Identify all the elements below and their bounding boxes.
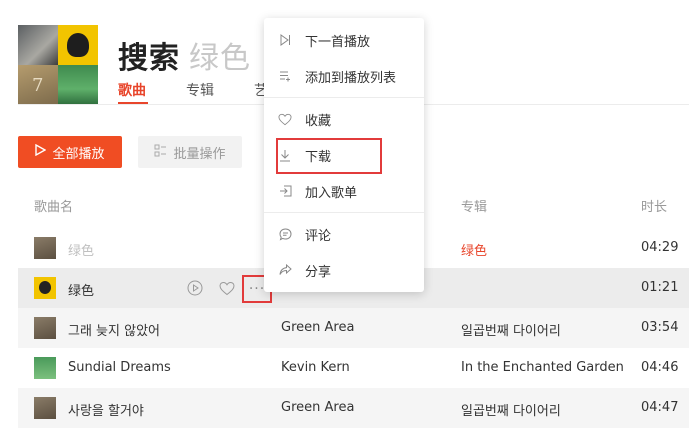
search-query: 绿色: [189, 41, 251, 76]
play-icon[interactable]: [187, 280, 203, 296]
song-duration: 04:46: [641, 360, 679, 375]
column-header-duration: 时长: [641, 200, 668, 215]
menu-item-label: 分享: [305, 264, 332, 280]
column-header-album: 专辑: [461, 200, 488, 215]
song-artist[interactable]: Green Area: [281, 400, 354, 415]
menu-item-label: 评论: [305, 228, 332, 244]
song-title[interactable]: 绿色: [68, 240, 94, 259]
table-row[interactable]: Sundial Dreams Kevin Kern In the Enchant…: [18, 348, 689, 388]
song-album[interactable]: 일곱번째 다이어리: [461, 400, 561, 419]
song-thumbnail: [34, 237, 56, 259]
song-title[interactable]: Sundial Dreams: [68, 360, 171, 375]
next-play-icon: [278, 33, 292, 47]
download-highlight-box: [276, 138, 382, 174]
song-thumbnail: [34, 357, 56, 379]
song-title[interactable]: 사랑을 할거야: [68, 400, 144, 419]
menu-divider: [264, 97, 424, 98]
heart-icon: [278, 112, 292, 126]
song-title[interactable]: 그래 늦지 않았어: [68, 320, 160, 339]
song-album[interactable]: 绿色: [461, 240, 487, 259]
song-artist[interactable]: Kevin Kern: [281, 360, 350, 375]
menu-item-add-to-playlist[interactable]: 添加到播放列表: [264, 60, 424, 92]
page-title: 搜索: [118, 41, 180, 76]
song-thumbnail: [34, 277, 56, 299]
cover-tile: [18, 25, 58, 65]
add-to-playlist-icon: [278, 69, 292, 83]
song-artist[interactable]: Green Area: [281, 320, 354, 335]
song-duration: 03:54: [641, 320, 679, 335]
menu-item-add-to-songlist[interactable]: 加入歌单: [264, 175, 424, 207]
menu-item-next-play[interactable]: 下一首播放: [264, 24, 424, 56]
cover-tile: [58, 25, 98, 65]
comment-icon: [278, 227, 292, 241]
play-icon: [35, 143, 47, 160]
menu-item-label: 添加到播放列表: [305, 70, 397, 86]
menu-item-label: 加入歌单: [305, 185, 358, 201]
cover-tile: [18, 65, 58, 105]
menu-item-favorite[interactable]: 收藏: [264, 103, 424, 135]
menu-item-comment[interactable]: 评论: [264, 218, 424, 250]
table-row[interactable]: 그래 늦지 않았어 Green Area 일곱번째 다이어리 03:54: [18, 308, 689, 348]
menu-item-label: 收藏: [305, 113, 332, 129]
song-thumbnail: [34, 397, 56, 419]
menu-divider: [264, 212, 424, 213]
play-all-label: 全部播放: [52, 146, 105, 162]
cover-tile: [58, 65, 98, 105]
column-header-song: 歌曲名: [34, 200, 74, 215]
tab-albums[interactable]: 专辑: [186, 80, 214, 100]
menu-item-label: 下一首播放: [305, 34, 371, 50]
table-row[interactable]: 사랑을 할거야 Green Area 일곱번째 다이어리 04:47: [18, 388, 689, 428]
song-thumbnail: [34, 317, 56, 339]
batch-label: 批量操作: [173, 146, 226, 162]
song-album[interactable]: In the Enchanted Garden: [461, 360, 624, 375]
song-album[interactable]: 일곱번째 다이어리: [461, 320, 561, 339]
play-all-button[interactable]: 全部播放: [18, 136, 122, 168]
add-to-songlist-icon: [278, 184, 292, 198]
album-cover-collage: [18, 25, 98, 105]
heart-icon[interactable]: [219, 280, 235, 296]
song-duration: 04:47: [641, 400, 679, 415]
song-title[interactable]: 绿色: [68, 280, 94, 299]
tab-songs[interactable]: 歌曲: [118, 80, 146, 100]
batch-icon: [154, 144, 167, 161]
batch-operation-button[interactable]: 批量操作: [138, 136, 242, 168]
song-duration: 04:29: [641, 240, 679, 255]
menu-item-share[interactable]: 分享: [264, 254, 424, 286]
song-duration: 01:21: [641, 280, 679, 295]
share-icon: [278, 263, 292, 277]
